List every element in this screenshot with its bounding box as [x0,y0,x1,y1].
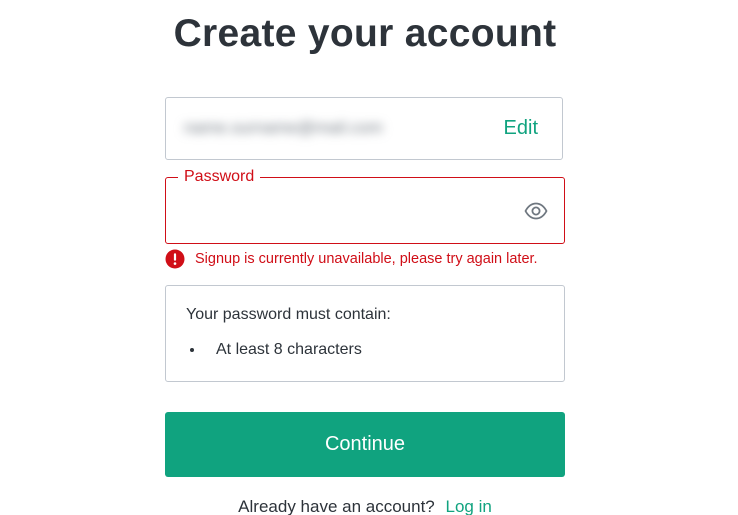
signup-page: Create your account name.surname@mail.co… [0,0,738,515]
requirement-text: At least 8 characters [216,341,362,358]
requirements-title: Your password must contain: [186,306,391,323]
error-icon [165,249,185,269]
requirement-item: At least 8 characters [190,341,362,359]
eye-icon[interactable] [524,200,548,222]
password-field: Password [165,167,565,244]
login-prompt: Already have an account? Log in [0,497,730,515]
error-text: Signup is currently unavailable, please … [195,251,538,267]
login-link[interactable]: Log in [446,497,492,515]
password-label: Password [178,167,261,187]
email-value: name.surname@mail.com [184,118,383,137]
error-message: Signup is currently unavailable, please … [165,249,538,269]
bullet-icon [190,348,194,352]
page-title: Create your account [173,12,557,55]
edit-email-link[interactable]: Edit [504,116,538,140]
continue-button[interactable]: Continue [165,412,565,477]
password-input[interactable] [182,196,516,226]
login-prompt-text: Already have an account? [238,497,435,515]
email-field: name.surname@mail.com Edit [165,97,563,160]
password-requirements: Your password must contain: At least 8 c… [165,285,565,382]
